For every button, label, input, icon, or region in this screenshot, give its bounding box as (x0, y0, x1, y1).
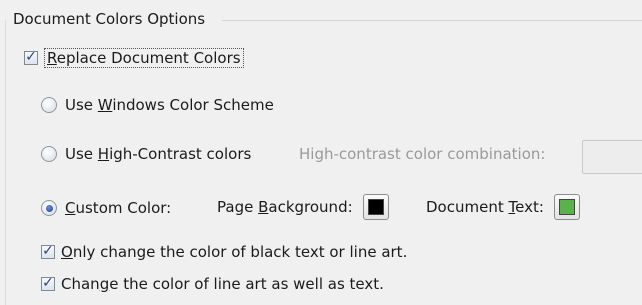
page-background-color-button[interactable] (362, 194, 389, 220)
page-background-control: Page Background: (217, 193, 389, 221)
page-background-swatch (367, 199, 384, 215)
replace-document-colors-label: Replace Document Colors (44, 48, 244, 68)
document-text-swatch (558, 199, 575, 215)
custom-color-label: Custom Color: (65, 199, 172, 217)
page-background-label: Page Background: (217, 198, 353, 216)
checkbox-box[interactable]: ✓ (41, 275, 55, 291)
group-top-border (222, 20, 642, 21)
custom-color-radio[interactable]: Custom Color: (41, 199, 171, 217)
high-contrast-combination-dropdown[interactable] (582, 140, 642, 174)
use-windows-color-scheme-radio[interactable]: Use Windows Color Scheme (41, 96, 274, 114)
radio-dot-icon (45, 204, 53, 212)
checkbox-box[interactable]: ✓ (41, 243, 55, 259)
radio-button[interactable] (41, 200, 57, 216)
check-mark-icon: ✓ (42, 243, 54, 259)
checkbox-box[interactable]: ✓ (24, 49, 38, 65)
only-change-black-label: Only change the color of black text or l… (61, 243, 408, 261)
document-text-label: Document Text: (426, 198, 544, 216)
radio-button[interactable] (41, 97, 57, 113)
radio-button[interactable] (41, 146, 57, 162)
use-high-contrast-colors-radio[interactable]: Use High-Contrast colors (41, 145, 251, 163)
group-title: Document Colors Options (13, 10, 210, 28)
use-windows-color-scheme-label: Use Windows Color Scheme (65, 96, 274, 114)
document-text-control: Document Text: (426, 193, 580, 221)
check-mark-icon: ✓ (25, 49, 37, 65)
group-left-border (5, 20, 6, 305)
high-contrast-combination-label: High-contrast color combination: (299, 145, 546, 163)
change-line-art-checkbox[interactable]: ✓ Change the color of line art as well a… (41, 275, 384, 293)
replace-document-colors-checkbox[interactable]: ✓ Replace Document Colors (24, 48, 244, 68)
only-change-black-checkbox[interactable]: ✓ Only change the color of black text or… (41, 243, 407, 261)
document-text-color-button[interactable] (553, 194, 580, 220)
change-line-art-label: Change the color of line art as well as … (61, 275, 384, 293)
check-mark-icon: ✓ (42, 275, 54, 291)
use-high-contrast-colors-label: Use High-Contrast colors (65, 145, 252, 163)
